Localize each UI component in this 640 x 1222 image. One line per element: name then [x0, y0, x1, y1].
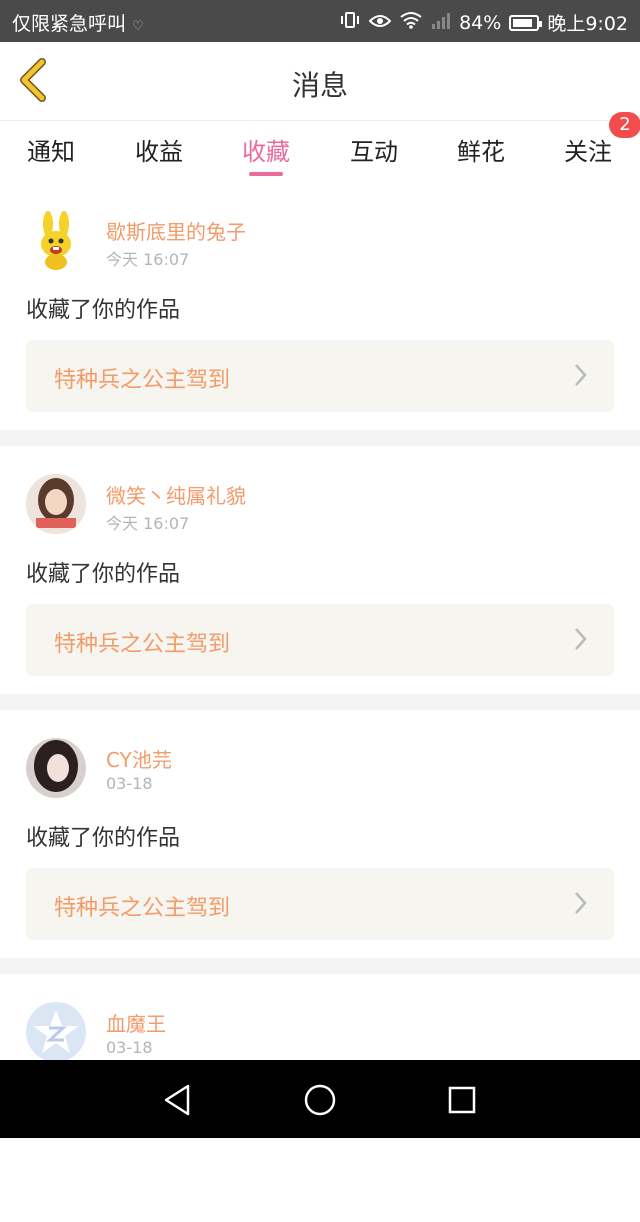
carrier-area: 仅限紧急呼叫 ♡	[12, 9, 144, 36]
clock: 晚上9:02	[547, 13, 628, 35]
work-card[interactable]: 特种兵之公主驾到	[26, 604, 614, 676]
work-card[interactable]: 特种兵之公主驾到	[26, 340, 614, 412]
nav-home-button[interactable]	[302, 1082, 338, 1118]
nav-back-button[interactable]	[160, 1082, 196, 1118]
timestamp: 今天 16:07	[106, 250, 190, 269]
work-title: 特种兵之公主驾到	[54, 368, 231, 393]
triangle-back-icon	[164, 1084, 190, 1116]
username[interactable]: 歇斯底里的兔子	[106, 216, 246, 245]
avatar[interactable]	[26, 1002, 86, 1062]
eye-icon	[368, 12, 392, 34]
carrier-text: 仅限紧急呼叫	[12, 13, 127, 35]
chevron-right-icon	[575, 628, 587, 650]
signal-icon	[431, 11, 451, 34]
chevron-right-icon	[575, 364, 587, 386]
battery-percent: 84%	[459, 11, 502, 34]
tab-favorites[interactable]: 收藏	[226, 132, 306, 167]
nav-recents-button[interactable]	[444, 1082, 480, 1118]
work-title: 特种兵之公主驾到	[54, 896, 231, 921]
username[interactable]: CY池芫	[106, 744, 172, 773]
tab-follow[interactable]: 关注	[548, 132, 628, 167]
avatar[interactable]	[26, 210, 86, 270]
girl-photo-avatar-icon	[26, 738, 86, 798]
vibrate-icon	[339, 11, 361, 34]
bunny-avatar-icon	[41, 211, 71, 270]
girl-photo-avatar-icon	[26, 474, 86, 534]
wifi-icon	[399, 11, 423, 34]
timestamp: 03-18	[106, 1038, 153, 1057]
divider	[0, 694, 640, 710]
qzone-star-icon	[26, 1002, 86, 1062]
list-item: 歇斯底里的兔子 今天 16:07 收藏了你的作品 特种兵之公主驾到	[0, 182, 640, 430]
work-card[interactable]: 特种兵之公主驾到	[26, 868, 614, 940]
status-icons: 84% 晚上9:02	[339, 9, 628, 36]
status-bar: 仅限紧急呼叫 ♡ 84% 晚上9:02	[0, 0, 640, 42]
timestamp: 03-18	[106, 774, 153, 793]
circle-home-icon	[304, 1084, 336, 1116]
active-tab-indicator	[249, 172, 283, 176]
system-nav-bar	[0, 1060, 640, 1138]
action-text: 收藏了你的作品	[26, 562, 181, 587]
heart-icon: ♡	[132, 19, 144, 34]
action-text: 收藏了你的作品	[26, 826, 181, 851]
avatar[interactable]	[26, 474, 86, 534]
divider	[0, 958, 640, 974]
tab-earnings[interactable]: 收益	[119, 132, 199, 167]
chevron-right-icon	[575, 892, 587, 914]
action-text: 收藏了你的作品	[26, 298, 181, 323]
username[interactable]: 微笑丶纯属礼貌	[106, 480, 246, 509]
work-title: 特种兵之公主驾到	[54, 632, 231, 657]
timestamp: 今天 16:07	[106, 514, 190, 533]
follow-badge: 2	[609, 112, 640, 138]
square-recents-icon	[448, 1086, 476, 1114]
page-title: 消息	[291, 69, 348, 102]
tab-interaction[interactable]: 互动	[334, 132, 414, 167]
list-item: CY池芫 03-18 收藏了你的作品 特种兵之公主驾到	[0, 710, 640, 958]
tab-bar: 通知 收益 收藏 互动 鲜花 关注	[0, 120, 640, 182]
avatar[interactable]	[26, 738, 86, 798]
tab-notice[interactable]: 通知	[11, 132, 91, 167]
username[interactable]: 血魔王	[106, 1008, 166, 1037]
divider	[0, 430, 640, 446]
list-item: 微笑丶纯属礼貌 今天 16:07 收藏了你的作品 特种兵之公主驾到	[0, 446, 640, 694]
battery-icon	[509, 14, 543, 31]
header: 消息	[0, 42, 640, 121]
tab-flowers[interactable]: 鲜花	[441, 132, 521, 167]
